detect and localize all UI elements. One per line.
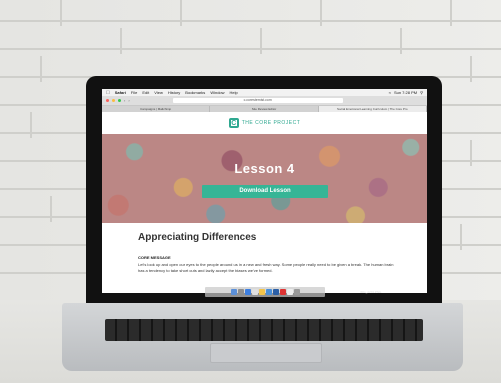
photoshop-icon[interactable] — [272, 289, 279, 295]
tab-core-project[interactable]: Social Emotional Learning Curriculum | T… — [318, 106, 427, 112]
lesson-content: Appreciating Differences CORE MESSAGE Le… — [102, 223, 427, 274]
site-logo-text[interactable]: THE CORE PROJECT — [242, 120, 301, 126]
preview-icon[interactable] — [286, 289, 293, 295]
tab-campaigns[interactable]: Campaigns | Mailchimp — [102, 106, 211, 112]
finder-icon[interactable] — [230, 289, 237, 295]
core-message-label: CORE MESSAGE — [138, 255, 171, 260]
lesson-title: Lesson 4 — [234, 161, 295, 176]
site-header: C THE CORE PROJECT — [102, 112, 427, 134]
forward-icon[interactable]: › — [128, 98, 129, 103]
mail-icon[interactable] — [251, 289, 258, 295]
section-title: Appreciating Differences — [138, 232, 257, 243]
tab-site-review[interactable]: Site Review Editor — [210, 106, 319, 112]
menu-edit[interactable]: Edit — [142, 90, 149, 95]
apple-icon[interactable]:  — [106, 90, 110, 96]
lesson-hero-banner: Lesson 4 Download Lesson — [102, 134, 427, 223]
core-message-text: Let's look up and open our eyes to the p… — [138, 262, 394, 273]
browser-tabs: Campaigns | Mailchimp Site Review Editor… — [102, 106, 427, 112]
clock-text[interactable]: Sun 7:28 PM — [394, 90, 417, 95]
search-icon[interactable]: ⚲ — [420, 90, 423, 95]
minimize-window-button[interactable] — [112, 99, 115, 102]
menu-safari[interactable]: Safari — [115, 90, 126, 95]
acrobat-icon[interactable] — [279, 289, 286, 295]
menu-bookmarks[interactable]: Bookmarks — [185, 90, 205, 95]
launchpad-icon[interactable] — [237, 289, 244, 295]
desktop-file-label[interactable]: IMG_2270.PNG — [360, 290, 381, 294]
menu-view[interactable]: View — [154, 90, 163, 95]
address-bar[interactable]: c.corestemist.com — [172, 98, 343, 103]
laptop-keyboard — [105, 319, 423, 341]
close-window-button[interactable] — [106, 99, 109, 102]
menu-window[interactable]: Window — [210, 90, 224, 95]
laptop-trackpad[interactable] — [210, 343, 322, 363]
trash-icon[interactable] — [293, 289, 300, 295]
back-icon[interactable]: ‹ — [124, 98, 125, 103]
download-lesson-button[interactable]: Download Lesson — [202, 185, 328, 198]
app-store-icon[interactable] — [265, 289, 272, 295]
mac-menu-bar:  Safari File Edit View History Bookmark… — [102, 89, 427, 96]
notes-icon[interactable] — [258, 289, 265, 295]
menu-file[interactable]: File — [131, 90, 137, 95]
browser-toolbar: ‹ › c.corestemist.com — [102, 96, 427, 106]
laptop-screen:  Safari File Edit View History Bookmark… — [102, 89, 427, 293]
menu-help[interactable]: Help — [230, 90, 238, 95]
menu-history[interactable]: History — [168, 90, 180, 95]
core-project-logo-icon[interactable]: C — [228, 118, 239, 128]
wifi-icon[interactable]: ≈ — [389, 90, 391, 95]
safari-icon[interactable] — [244, 289, 251, 295]
zoom-window-button[interactable] — [118, 99, 121, 102]
mac-dock — [205, 287, 325, 297]
